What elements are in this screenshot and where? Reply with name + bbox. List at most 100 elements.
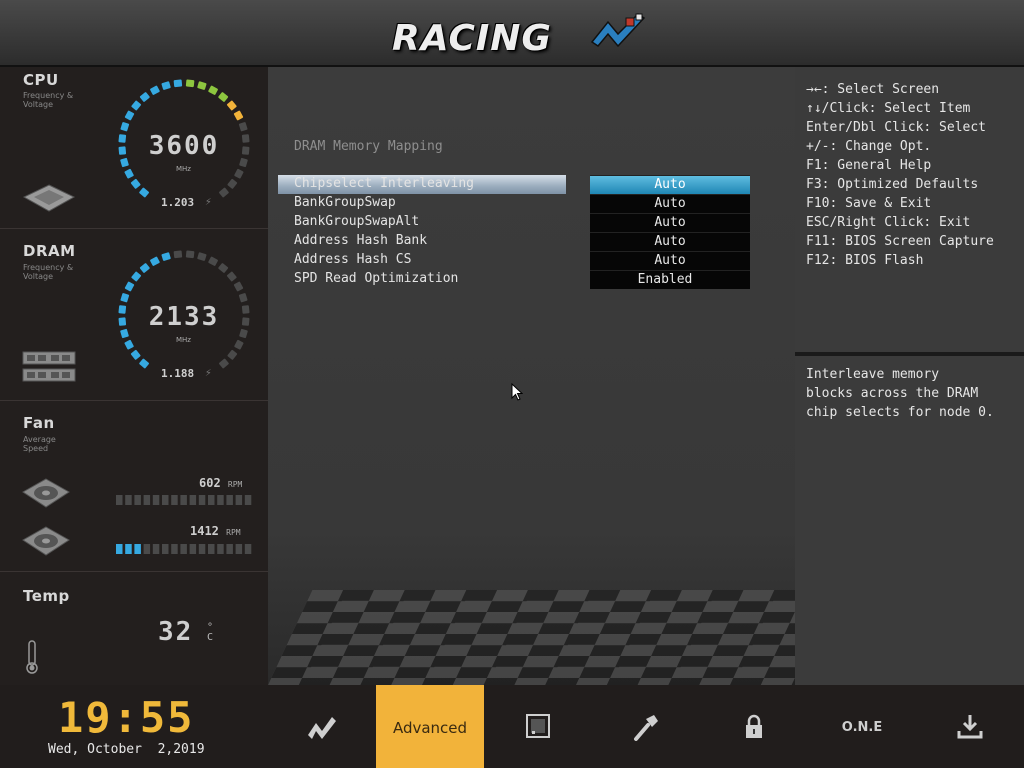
dram-frequency-unit: MHz	[176, 336, 191, 344]
fan-1-bar-segment	[125, 495, 132, 505]
fan-2-bar-segment	[244, 544, 252, 554]
temp-section: Temp 32 °C	[0, 573, 268, 685]
cpu-gauge-segment	[239, 157, 248, 168]
fan-1-bar-segment	[235, 495, 243, 505]
tab-one[interactable]: O.N.E	[808, 685, 916, 768]
tab-chipset[interactable]	[484, 685, 592, 768]
option-row-bankgroupswapalt[interactable]: BankGroupSwapAlt Auto	[278, 213, 750, 232]
option-value-dropdown[interactable]: Auto	[590, 213, 750, 232]
dram-gauge-segment	[197, 252, 207, 261]
option-row-spd-read-optimization[interactable]: SPD Read Optimization Enabled	[278, 270, 750, 289]
help-line: Enter/Dbl Click: Select	[806, 120, 987, 135]
option-value-dropdown[interactable]: Auto	[590, 251, 750, 270]
cpu-gauge-segment	[173, 79, 183, 88]
cpu-gauge-segment	[208, 85, 218, 95]
fan-1-bar-segment	[208, 495, 215, 505]
cpu-gauge-segment	[120, 122, 130, 132]
help-line: ↑↓/Click: Select Item	[806, 101, 971, 116]
tab-advanced[interactable]: Advanced	[376, 685, 484, 768]
fan-2-bar-segment	[162, 544, 169, 554]
help-line: F11: BIOS Screen Capture	[806, 234, 994, 249]
fan-2-bar-segment	[226, 544, 233, 554]
fan-2-rpm: 1412 RPM	[190, 524, 241, 538]
cpu-gauge-segment	[227, 178, 238, 189]
dram-gauge-segment	[227, 349, 238, 360]
dram-gauge-segment	[124, 281, 135, 292]
tab-security[interactable]	[700, 685, 808, 768]
fan-1-bar-segment	[143, 495, 151, 505]
status-sidebar: CPU Frequency & Voltage 3600 MHz 1.203 ⚡…	[0, 67, 268, 685]
fan-1-bar-segment	[226, 495, 233, 505]
cpu-gauge-segment	[197, 81, 207, 90]
cpu-frequency-value: 3600	[148, 131, 220, 161]
option-value-dropdown[interactable]: Auto	[590, 194, 750, 213]
fan-1-bar-segment	[180, 495, 187, 505]
bottom-nav-bar: 19:55 Wed, October 2,2019 Advanced O.N.E	[0, 685, 1024, 768]
fan-2-bar-segment	[152, 544, 160, 554]
download-icon	[957, 715, 983, 739]
tab-main[interactable]	[268, 685, 376, 768]
dram-gauge-segment	[139, 263, 150, 273]
tab-advanced-label: Advanced	[392, 719, 468, 737]
fan-2-speed-bar	[116, 544, 252, 554]
cpu-voltage-bolt-icon: ⚡	[205, 195, 212, 208]
fan-1-bar-segment	[189, 495, 197, 505]
cpu-gauge-segment	[118, 134, 127, 143]
tab-one-label: O.N.E	[841, 720, 883, 735]
option-row-address-hash-bank[interactable]: Address Hash Bank Auto	[278, 232, 750, 251]
dram-gauge-segment	[118, 317, 127, 326]
cpu-gauge-segment	[185, 79, 195, 88]
help-line: F10: Save & Exit	[806, 196, 932, 211]
logo-text: RACING	[392, 18, 552, 59]
description-line: chip selects for node 0.	[806, 405, 994, 420]
fan-1-bar-segment	[217, 495, 224, 505]
fan-subtitle: Average Speed	[23, 435, 56, 453]
dram-gauge-segment	[185, 250, 195, 259]
tab-tools[interactable]	[592, 685, 700, 768]
option-value-dropdown[interactable]: Auto	[590, 175, 750, 194]
thermometer-icon	[26, 640, 38, 674]
help-line: F3: Optimized Defaults	[806, 177, 979, 192]
cpu-gauge-segment	[139, 92, 150, 102]
cpu-gauge-segment	[120, 157, 129, 168]
cpu-gauge-segment	[218, 92, 229, 102]
hammer-icon	[634, 715, 658, 741]
cpu-voltage-value: 1.203	[161, 196, 195, 209]
dram-gauge-segment	[130, 349, 141, 360]
racing-logo-icon	[308, 717, 336, 739]
keyboard-help-panel: →←: Select Screen ↑↓/Click: Select Item …	[795, 67, 1024, 352]
dram-gauge-segment	[120, 328, 129, 339]
temp-unit: °C	[207, 622, 214, 643]
fan-1-speed-bar	[116, 495, 252, 505]
clock-time: 19:55	[58, 693, 195, 742]
fan-1-bar-segment	[171, 495, 178, 505]
fan-2-bar-segment	[134, 544, 141, 554]
dram-gauge-segment	[208, 256, 218, 266]
option-row-chipselect-interleaving[interactable]: Chipselect Interleaving Auto	[278, 175, 750, 194]
cpu-gauge-segment	[241, 134, 250, 143]
option-value-dropdown[interactable]: Enabled	[590, 270, 750, 289]
top-bar: RACING	[0, 0, 1024, 67]
mouse-cursor-icon	[511, 383, 523, 401]
fan-2-bar-segment	[143, 544, 151, 554]
option-row-address-hash-cs[interactable]: Address Hash CS Auto	[278, 251, 750, 270]
tab-exit[interactable]	[916, 685, 1024, 768]
dram-gauge-segment	[241, 305, 250, 314]
option-row-bankgroupswap[interactable]: BankGroupSwap Auto	[278, 194, 750, 213]
dram-gauge-segment	[124, 339, 134, 350]
dram-voltage-bolt-icon: ⚡	[205, 366, 212, 379]
cpu-chip-icon	[22, 184, 76, 212]
option-value-dropdown[interactable]: Auto	[590, 232, 750, 251]
dram-gauge-segment	[238, 293, 248, 303]
fan-1-rpm: 602 RPM	[199, 476, 243, 490]
fan-1-bar-segment	[116, 495, 123, 505]
dram-gauge-segment	[139, 358, 150, 369]
fan-section: Fan Average Speed 602 RPM 1412 RPM	[0, 402, 268, 572]
dram-gauge-segment	[218, 263, 229, 273]
fan-2-bar-segment	[116, 544, 123, 554]
racing-logo: RACING	[384, 10, 646, 68]
help-line: F12: BIOS Flash	[806, 253, 924, 268]
option-label: BankGroupSwap	[294, 195, 396, 210]
cpu-section: CPU Frequency & Voltage 3600 MHz 1.203 ⚡	[0, 67, 268, 229]
dram-title: DRAM	[23, 242, 76, 260]
